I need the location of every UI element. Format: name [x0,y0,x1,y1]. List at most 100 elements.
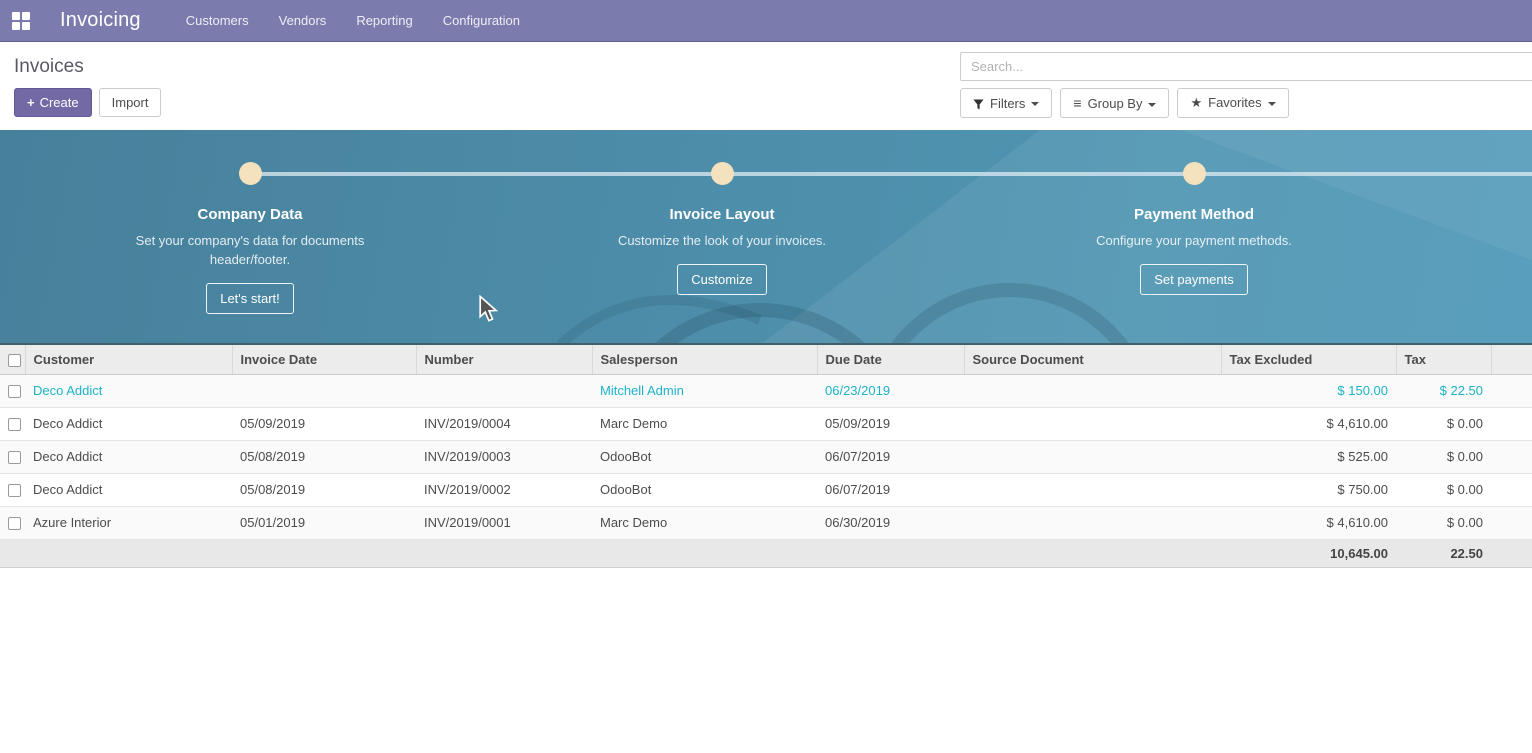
row-checkbox-cell [0,374,25,407]
filter-funnel-icon [973,99,984,110]
invoice-date-cell: 05/09/2019 [232,407,416,440]
apps-menu-icon[interactable] [0,0,42,42]
tax-excluded-cell: $ 150.00 [1221,374,1396,407]
row-checkbox[interactable] [8,385,21,398]
row-checkbox-cell [0,473,25,506]
tax-cell: $ 22.50 [1396,374,1491,407]
table-row[interactable]: Azure Interior05/01/2019INV/2019/0001Mar… [0,506,1532,539]
nav-item-vendors[interactable]: Vendors [264,0,342,41]
step-description: Configure your payment methods. [1077,231,1312,250]
row-checkbox[interactable] [8,484,21,497]
salesperson-cell: Marc Demo [592,407,817,440]
select-all-checkbox[interactable] [8,354,21,367]
row-checkbox[interactable] [8,418,21,431]
customer-cell: Azure Interior [25,506,232,539]
tax-excluded-cell: $ 750.00 [1221,473,1396,506]
tax-cell: $ 0.00 [1396,506,1491,539]
onboarding-step-company-data: Company Data Set your company's data for… [100,162,400,314]
row-checkbox-cell [0,407,25,440]
step-dot-icon [239,162,262,185]
column-header-due-date[interactable]: Due Date [817,345,964,374]
tax-cell: $ 0.00 [1396,473,1491,506]
set-payments-button[interactable]: Set payments [1140,264,1248,295]
salesperson-cell: Marc Demo [592,506,817,539]
group-by-icon: ≡ [1073,95,1081,111]
tax-excluded-cell: $ 525.00 [1221,440,1396,473]
row-checkbox[interactable] [8,517,21,530]
customer-cell: Deco Addict [25,374,232,407]
onboarding-banner: Company Data Set your company's data for… [0,130,1532,345]
column-header-invoice-date[interactable]: Invoice Date [232,345,416,374]
customize-button[interactable]: Customize [677,264,766,295]
step-dot-icon [1183,162,1206,185]
invoice-date-cell [232,374,416,407]
column-header-number[interactable]: Number [416,345,592,374]
tax-excluded-cell: $ 4,610.00 [1221,506,1396,539]
salesperson-cell: OdooBot [592,440,817,473]
trailing-cell [1491,374,1532,407]
app-title: Invoicing [60,9,141,32]
number-cell: INV/2019/0002 [416,473,592,506]
row-checkbox-cell [0,506,25,539]
source-document-cell [964,374,1221,407]
number-cell: INV/2019/0001 [416,506,592,539]
salesperson-cell: OdooBot [592,473,817,506]
group-by-button[interactable]: ≡Group By [1060,88,1169,118]
source-document-cell [964,407,1221,440]
nav-menu: Customers Vendors Reporting Configuratio… [171,0,535,41]
due-date-cell: 06/30/2019 [817,506,964,539]
customer-cell: Deco Addict [25,440,232,473]
tax-cell: $ 0.00 [1396,407,1491,440]
import-button[interactable]: Import [99,88,162,117]
column-header-customer[interactable]: Customer [25,345,232,374]
due-date-cell: 06/23/2019 [817,374,964,407]
plus-icon: + [27,95,35,110]
table-row[interactable]: Deco Addict05/08/2019INV/2019/0002OdooBo… [0,473,1532,506]
step-dot-icon [711,162,734,185]
table-row[interactable]: Deco Addict05/09/2019INV/2019/0004Marc D… [0,407,1532,440]
number-cell: INV/2019/0004 [416,407,592,440]
favorites-button[interactable]: ★Favorites [1177,88,1288,118]
table-row[interactable]: Deco Addict Mitchell Admin06/23/2019 $ 150… [0,374,1532,407]
onboarding-step-invoice-layout: Invoice Layout Customize the look of you… [572,162,872,295]
invoice-date-cell: 05/08/2019 [232,473,416,506]
top-navbar: Invoicing Customers Vendors Reporting Co… [0,0,1532,42]
chevron-down-icon [1268,102,1276,106]
row-checkbox-cell [0,440,25,473]
table-footer-row: 10,645.00 22.50 [0,539,1532,567]
salesperson-cell: Mitchell Admin [592,374,817,407]
invoice-date-cell: 05/01/2019 [232,506,416,539]
nav-item-reporting[interactable]: Reporting [341,0,427,41]
due-date-cell: 06/07/2019 [817,473,964,506]
table-row[interactable]: Deco Addict05/08/2019INV/2019/0003OdooBo… [0,440,1532,473]
trailing-cell [1491,473,1532,506]
select-all-checkbox-cell [0,345,25,374]
customer-cell: Deco Addict [25,407,232,440]
customer-cell: Deco Addict [25,473,232,506]
invoice-date-cell: 05/08/2019 [232,440,416,473]
search-input[interactable] [960,52,1532,81]
onboarding-step-payment-method: Payment Method Configure your payment me… [1044,162,1344,295]
step-title: Payment Method [1134,206,1254,223]
column-header-tax-excluded[interactable]: Tax Excluded [1221,345,1396,374]
chevron-down-icon [1031,102,1039,106]
trailing-cell [1491,440,1532,473]
source-document-cell [964,440,1221,473]
create-button[interactable]: +Create [14,88,92,117]
column-header-salesperson[interactable]: Salesperson [592,345,817,374]
lets-start-button[interactable]: Let's start! [206,283,294,314]
number-cell [416,374,592,407]
nav-item-configuration[interactable]: Configuration [428,0,535,41]
step-title: Company Data [197,206,302,223]
source-document-cell [964,473,1221,506]
nav-item-customers[interactable]: Customers [171,0,264,41]
column-header-trailing [1491,345,1532,374]
due-date-cell: 06/07/2019 [817,440,964,473]
filters-button[interactable]: Filters [960,88,1052,118]
row-checkbox[interactable] [8,451,21,464]
column-header-tax[interactable]: Tax [1396,345,1491,374]
step-title: Invoice Layout [669,206,774,223]
column-header-source-document[interactable]: Source Document [964,345,1221,374]
control-panel: Invoices +Create Import Filters ≡Group B… [0,42,1532,130]
number-cell: INV/2019/0003 [416,440,592,473]
